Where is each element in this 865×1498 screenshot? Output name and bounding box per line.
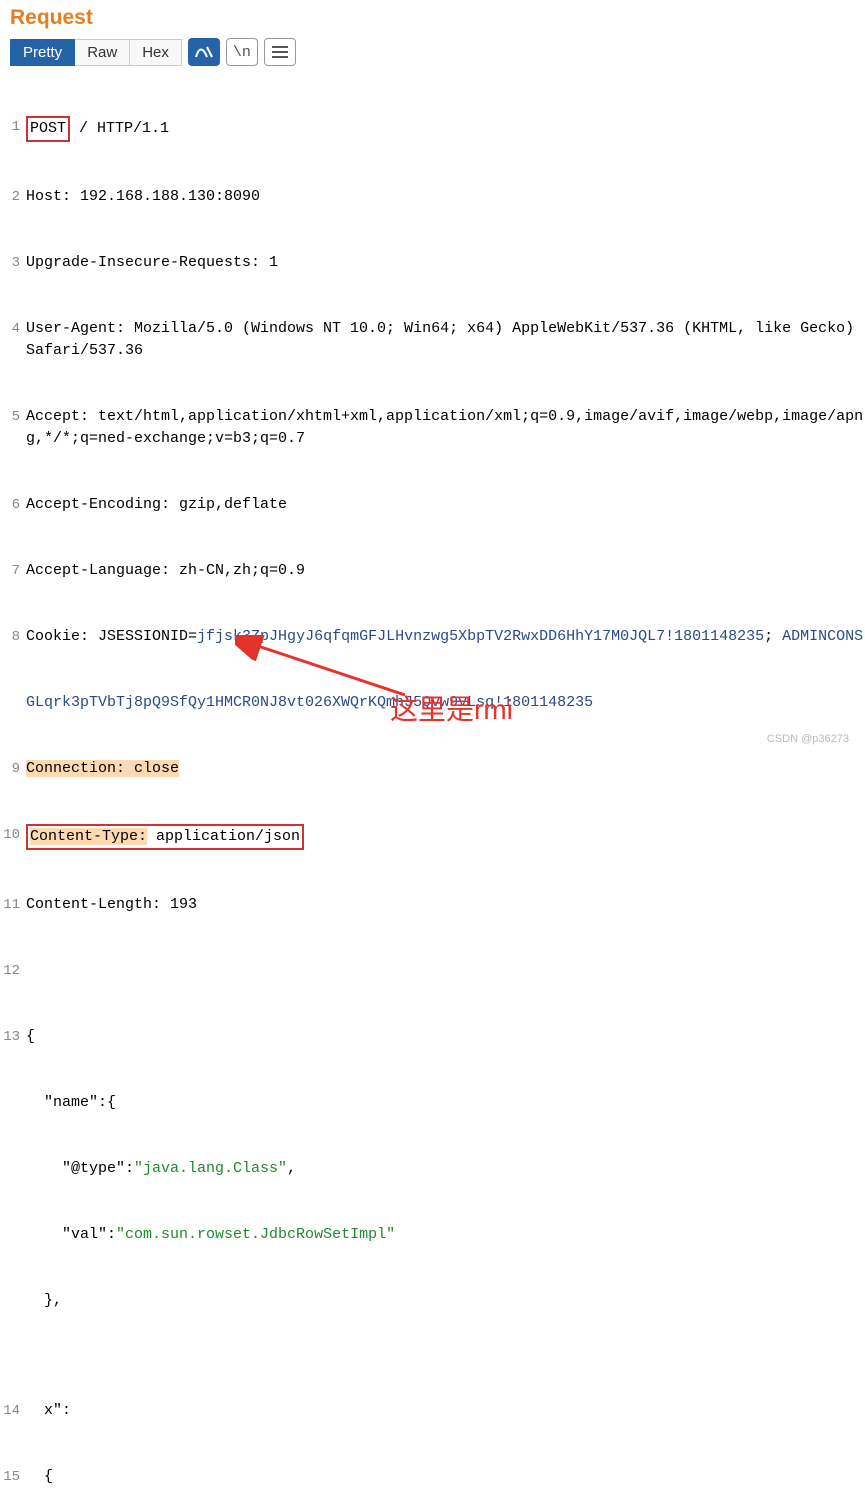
panel-title: Request — [10, 6, 93, 29]
line-number: 5 — [0, 406, 26, 428]
http-method: POST — [30, 120, 66, 137]
code-view[interactable]: 1POST / HTTP/1.1 2Host: 192.168.188.130:… — [0, 70, 865, 1498]
line-number: 15 — [0, 1466, 26, 1488]
tab-hex[interactable]: Hex — [130, 39, 182, 66]
toolbar: Pretty Raw Hex \n — [0, 34, 865, 70]
watermark: CSDN @p36273 — [767, 733, 849, 745]
tab-raw[interactable]: Raw — [75, 39, 130, 66]
render-icon[interactable] — [188, 38, 220, 66]
panel-header: Request — [0, 0, 865, 34]
line-number: 2 — [0, 186, 26, 208]
line-number: 1 — [0, 116, 26, 138]
tab-pretty[interactable]: Pretty — [10, 39, 75, 66]
line-number: 10 — [0, 824, 26, 846]
annotation-text: 这里是rmi — [390, 688, 513, 728]
line-number: 14 — [0, 1400, 26, 1422]
line-number: 12 — [0, 960, 26, 982]
line-number: 11 — [0, 894, 26, 916]
line-number: 3 — [0, 252, 26, 274]
line-number: 9 — [0, 758, 26, 780]
line-number: 6 — [0, 494, 26, 516]
line-number: 4 — [0, 318, 26, 340]
hamburger-icon[interactable] — [264, 38, 296, 66]
newline-icon[interactable]: \n — [226, 38, 258, 66]
line-number: 13 — [0, 1026, 26, 1048]
annotation-arrow — [235, 635, 415, 705]
line-number: 7 — [0, 560, 26, 582]
line-number: 8 — [0, 626, 26, 648]
